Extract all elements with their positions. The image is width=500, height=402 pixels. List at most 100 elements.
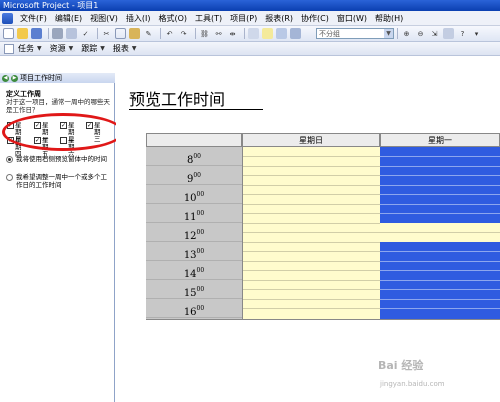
spelling-icon[interactable]: ✓ xyxy=(80,28,91,39)
minute-value: 00 xyxy=(196,267,205,274)
hour-line xyxy=(380,166,500,167)
toolbar-separator xyxy=(397,28,398,39)
hour-line xyxy=(243,166,380,167)
chevron-down-icon[interactable]: ▼ xyxy=(384,29,393,38)
minute-value: 00 xyxy=(193,172,201,179)
redo-icon[interactable]: ↷ xyxy=(178,28,189,39)
copy-icon[interactable] xyxy=(115,28,126,39)
minute-value: 00 xyxy=(196,305,205,312)
hour-value: 13 xyxy=(183,250,197,261)
chevron-down-icon: ▼ xyxy=(131,45,137,52)
minute-value: 00 xyxy=(196,229,205,236)
option-adjust-hours[interactable]: 我希望调整一周中一个或多个工作日的工作时间 xyxy=(6,173,110,189)
column-header-sunday: 星期日 xyxy=(242,133,380,147)
half-hour-line xyxy=(380,289,500,290)
copy-picture-icon[interactable] xyxy=(443,28,454,39)
print-icon[interactable] xyxy=(52,28,63,39)
half-hour-line xyxy=(243,270,380,271)
half-hour-line xyxy=(380,270,500,271)
save-icon[interactable] xyxy=(31,28,42,39)
menu-collaborate[interactable]: 协作(C) xyxy=(297,11,333,26)
radio-button[interactable] xyxy=(6,174,13,181)
hour-line xyxy=(380,299,500,300)
guide-resources-button[interactable]: 资源 ▼ xyxy=(50,43,74,54)
toolbar-separator xyxy=(97,28,98,39)
task-info-icon[interactable] xyxy=(248,28,259,39)
half-hour-line xyxy=(243,232,380,233)
hour-line xyxy=(380,280,500,281)
monday-morning-working-time xyxy=(380,147,500,223)
group-by-select[interactable]: 不分组 ▼ xyxy=(316,28,394,39)
hour-value: 16 xyxy=(183,307,197,318)
split-task-icon[interactable]: ⇹ xyxy=(227,28,238,39)
menu-view[interactable]: 视图(V) xyxy=(86,11,122,26)
project-guide-bar: 任务 ▼ 资源 ▼ 跟踪 ▼ 报表 ▼ xyxy=(0,42,500,56)
guide-tasks-button[interactable]: 任务 ▼ xyxy=(18,43,42,54)
radio-button[interactable] xyxy=(6,156,13,163)
hour-line xyxy=(243,204,380,205)
time-column: 800 900 1000 1100 1200 1300 1400 1500 16… xyxy=(146,147,242,319)
half-hour-line xyxy=(243,308,380,309)
app-icon[interactable] xyxy=(2,12,13,24)
menu-edit[interactable]: 编辑(E) xyxy=(51,11,86,26)
column-header-monday: 星期一 xyxy=(380,133,500,147)
menu-file[interactable]: 文件(F) xyxy=(16,11,51,26)
hour-line xyxy=(380,261,500,262)
time-label: 1300 xyxy=(146,242,242,261)
hour-line xyxy=(243,185,380,186)
menu-window[interactable]: 窗口(W) xyxy=(333,11,371,26)
time-label: 800 xyxy=(146,147,242,166)
time-label: 1500 xyxy=(146,280,242,299)
grid-bottom-border xyxy=(146,319,500,320)
paste-icon[interactable] xyxy=(129,28,140,39)
zoom-out-icon[interactable]: ⊖ xyxy=(415,28,426,39)
chevron-down-icon: ▼ xyxy=(100,45,105,52)
work-time-grid: 星期日 星期一 800 900 1000 1100 1200 1300 1400… xyxy=(146,133,500,320)
half-hour-line xyxy=(243,194,380,195)
window-title: Microsoft Project - 项目1 xyxy=(3,1,99,10)
notes-icon[interactable] xyxy=(262,28,273,39)
zoom-in-icon[interactable]: ⊕ xyxy=(401,28,412,39)
menu-report[interactable]: 报表(R) xyxy=(261,11,297,26)
time-label: 1200 xyxy=(146,223,242,242)
scroll-to-task-icon[interactable]: ⇲ xyxy=(429,28,440,39)
define-week-description: 对于这一项目，通常一周中的哪些天是工作日？ xyxy=(6,98,110,114)
toolbar-options-icon[interactable]: ▾ xyxy=(471,28,482,39)
guide-report-button[interactable]: 报表 ▼ xyxy=(113,43,137,54)
help-icon[interactable]: ? xyxy=(457,28,468,39)
half-hour-line xyxy=(243,289,380,290)
forward-icon[interactable]: ▶ xyxy=(11,74,18,82)
back-icon[interactable]: ◀ xyxy=(2,74,9,82)
unlink-icon[interactable]: ⚯ xyxy=(213,28,224,39)
hour-value: 15 xyxy=(183,288,197,299)
half-hour-line xyxy=(380,213,500,214)
undo-icon[interactable]: ↶ xyxy=(164,28,175,39)
menu-project[interactable]: 项目(P) xyxy=(226,11,261,26)
link-icon[interactable]: ⛓ xyxy=(199,28,210,39)
cut-icon[interactable]: ✂ xyxy=(101,28,112,39)
window-title-bar: Microsoft Project - 项目1 xyxy=(0,0,500,11)
toolbar-separator xyxy=(48,28,49,39)
new-icon[interactable] xyxy=(3,28,14,39)
open-folder-icon[interactable] xyxy=(17,28,28,39)
option-use-preview-time[interactable]: 我将使用右侧预览窗体中的时间 xyxy=(6,155,110,163)
hour-line xyxy=(243,299,380,300)
half-hour-line xyxy=(243,251,380,252)
menu-help[interactable]: 帮助(H) xyxy=(371,11,407,26)
menu-tools[interactable]: 工具(T) xyxy=(191,11,226,26)
guide-toggle-icon[interactable] xyxy=(4,43,14,54)
print-preview-icon[interactable] xyxy=(66,28,77,39)
assign-resources-icon[interactable] xyxy=(276,28,287,39)
menu-format[interactable]: 格式(O) xyxy=(154,11,191,26)
chevron-down-icon: ▼ xyxy=(68,45,74,52)
menu-insert[interactable]: 插入(I) xyxy=(122,11,155,26)
hour-value: 14 xyxy=(183,269,197,280)
guide-track-button[interactable]: 跟踪 ▼ xyxy=(81,43,105,54)
time-label: 1000 xyxy=(146,185,242,204)
hour-line xyxy=(243,280,380,281)
format-painter-icon[interactable]: ✎ xyxy=(143,28,154,39)
chevron-down-icon: ▼ xyxy=(37,45,42,52)
guide-report-label: 报表 xyxy=(112,44,129,53)
publish-icon[interactable] xyxy=(290,28,301,39)
hour-line xyxy=(380,204,500,205)
